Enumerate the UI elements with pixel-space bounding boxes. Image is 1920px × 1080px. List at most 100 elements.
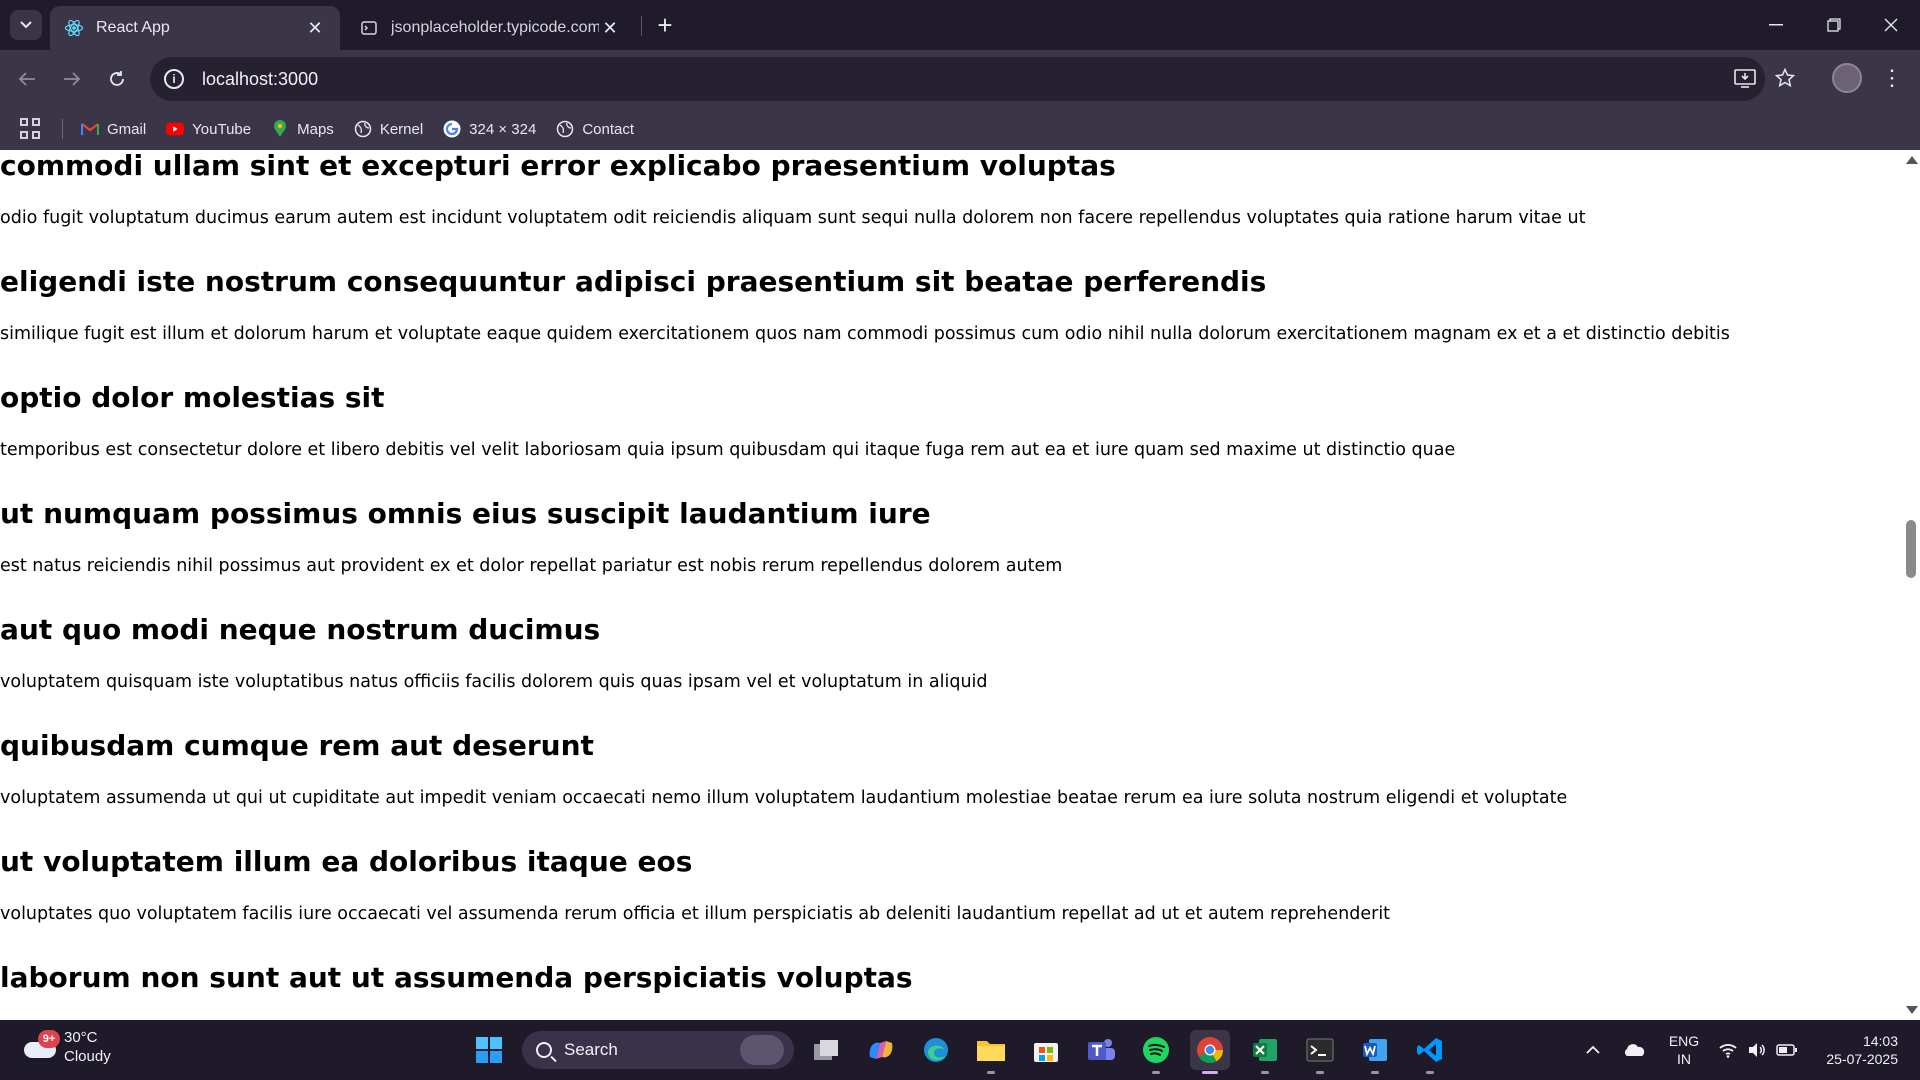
post-title: ut voluptatem illum ea doloribus itaque … [0,845,693,878]
terminal-button[interactable] [1300,1030,1340,1074]
tab-react-app[interactable]: React App ✕ [50,6,340,50]
tab-jsonplaceholder[interactable]: jsonplaceholder.typicode.com/p ✕ [345,6,635,50]
post-title: aut quo modi neque nostrum ducimus [0,613,601,646]
post-item: ut voluptatem illum ea doloribus itaque … [0,840,1902,928]
excel-button[interactable] [1245,1030,1285,1074]
reload-button[interactable] [102,64,132,94]
weather-widget[interactable]: 9+ 30°C Cloudy [22,1028,111,1066]
globe-icon [354,120,372,138]
post-item: optio dolor molestias sit temporibus est… [0,376,1902,464]
volume-icon[interactable] [1742,1020,1772,1080]
spotify-icon [1143,1037,1169,1063]
edge-button[interactable] [916,1030,956,1070]
close-icon[interactable]: ✕ [599,17,621,39]
search-highlight-image [740,1035,784,1065]
gmail-icon [81,120,99,138]
menu-kebab-icon[interactable]: ⋮ [1880,63,1904,93]
browser-toolbar: i localhost:3000 ⋮ [0,50,1920,108]
youtube-icon [166,120,185,138]
post-title: quibusdam cumque rem aut deserunt [0,729,594,762]
vscode-icon [1417,1038,1442,1062]
tab-title: React App [96,19,170,36]
post-body: odio fugit voluptatum ducimus earum aute… [0,208,1586,228]
bookmark-star-icon[interactable] [1770,63,1800,93]
close-window-button[interactable] [1862,0,1920,50]
system-clock[interactable]: 14:03 25-07-2025 [1812,1032,1898,1068]
bookmark-324x324[interactable]: 324 × 324 [443,120,536,138]
post-item: commodi ullam sint et excepturi error ex… [0,150,1902,232]
forward-button[interactable] [57,64,87,94]
bookmark-gmail[interactable]: Gmail [81,120,146,138]
post-item: eligendi iste nostrum consequuntur adipi… [0,260,1902,348]
notification-badge: 9+ [38,1030,60,1048]
teams-icon [1088,1039,1115,1060]
post-title: ut numquam possimus omnis eius suscipit … [0,497,931,530]
bookmark-contact[interactable]: Contact [556,120,634,138]
weather-condition: Cloudy [64,1048,111,1065]
edge-icon [924,1038,948,1062]
url-text: localhost:3000 [202,68,319,89]
chevron-down-icon [20,18,32,32]
chrome-button[interactable] [1190,1030,1230,1074]
profile-avatar[interactable] [1832,63,1862,93]
restore-button[interactable] [1805,0,1863,50]
post-title: optio dolor molestias sit [0,381,385,414]
post-item: laborum non sunt aut ut assumenda perspi… [0,956,1902,1000]
scroll-up-arrow-icon[interactable] [1906,156,1918,164]
terminal-icon [1306,1038,1334,1062]
spotify-button[interactable] [1136,1030,1176,1074]
windows-icon [476,1037,502,1063]
scrollbar-thumb[interactable] [1906,520,1916,578]
tab-search-button[interactable] [10,10,42,40]
new-tab-button[interactable]: + [650,10,680,40]
battery-icon[interactable] [1772,1020,1802,1080]
tab-title: jsonplaceholder.typicode.com/p [391,19,599,36]
site-info-icon[interactable]: i [164,69,184,89]
chevron-up-icon [1586,1045,1600,1054]
weather-temperature: 30°C [64,1029,98,1046]
install-app-icon[interactable] [1730,63,1760,93]
back-button[interactable] [12,64,42,94]
microsoft-store-button[interactable] [1026,1030,1066,1070]
show-hidden-icons-button[interactable] [1578,1020,1608,1080]
task-view-button[interactable] [806,1030,846,1070]
post-item: aut quo modi neque nostrum ducimus volup… [0,608,1902,696]
file-explorer-button[interactable] [971,1030,1011,1074]
bookmark-label: YouTube [192,120,252,138]
post-body: temporibus est consectetur dolore et lib… [0,440,1456,460]
scroll-down-arrow-icon[interactable] [1906,1006,1918,1014]
start-button[interactable] [469,1030,509,1070]
maps-icon [271,120,289,138]
post-body: voluptatem assumenda ut qui ut cupiditat… [0,788,1568,808]
bookmark-maps[interactable]: Maps [271,120,334,138]
bookmark-youtube[interactable]: YouTube [166,120,251,138]
close-icon[interactable]: ✕ [304,17,326,39]
chrome-icon [1197,1037,1224,1064]
globe-icon [359,18,379,38]
post-title: eligendi iste nostrum consequuntur adipi… [0,265,1267,298]
post-item: quibusdam cumque rem aut deserunt volupt… [0,724,1902,812]
vscode-button[interactable] [1410,1030,1450,1074]
language-indicator[interactable]: ENG IN [1666,1032,1702,1068]
teams-button[interactable] [1081,1030,1121,1070]
bookmark-label: Contact [582,120,635,138]
post-body: est natus reiciendis nihil possimus aut … [0,556,1063,576]
bookmarks-divider [62,119,63,139]
post-body: voluptatem quisquam iste voluptatibus na… [0,672,988,692]
google-icon [443,120,461,138]
cloudy-weather-icon: 9+ [22,1030,60,1060]
search-icon [536,1042,552,1058]
minimize-button[interactable] [1747,0,1805,50]
address-bar[interactable]: i localhost:3000 [150,57,1765,101]
word-button[interactable] [1355,1030,1395,1074]
taskbar-search[interactable]: Search [522,1031,794,1069]
bookmark-kernel[interactable]: Kernel [354,120,423,138]
copilot-button[interactable] [861,1030,901,1070]
vertical-scrollbar[interactable] [1902,150,1920,1020]
apps-grid-icon[interactable] [20,118,46,140]
onedrive-icon[interactable] [1616,1020,1652,1080]
bookmarks-bar: Gmail YouTube Maps Kernel 324 × 324 Cont… [0,108,1920,150]
search-label: Search [564,1040,618,1059]
bookmark-label: Gmail [107,120,147,138]
wifi-icon[interactable] [1713,1020,1743,1080]
